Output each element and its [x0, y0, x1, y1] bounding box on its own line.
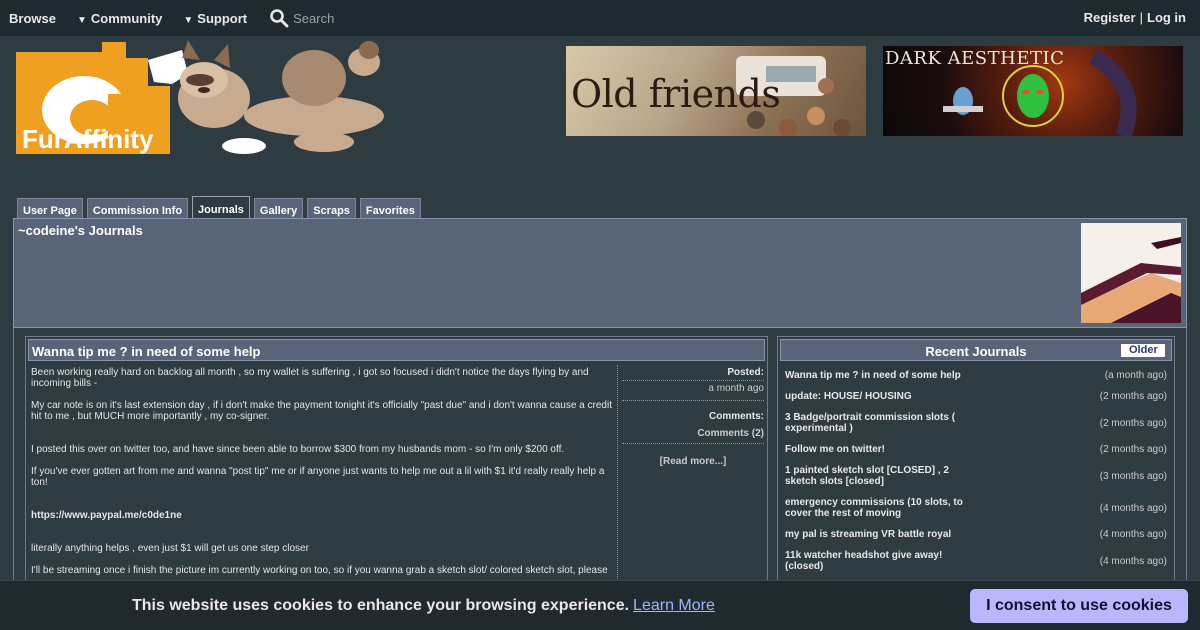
auth-separator: |	[1139, 10, 1143, 25]
journal-link[interactable]: 11k watcher headshot give away! (closed)	[785, 550, 970, 572]
meta-divider	[622, 443, 764, 444]
journal-paragraph: literally anything helps , even just $1 …	[31, 543, 309, 554]
journal-date: (2 months ago)	[1099, 444, 1167, 455]
furaffinity-logo-icon: FurAffinity	[16, 40, 384, 154]
paypal-link-text[interactable]: https://www.paypal.me/c0de1ne	[31, 510, 182, 521]
nav-community[interactable]: ▼ Community	[77, 11, 162, 26]
journal-link[interactable]: emergency commissions (10 slots, to cove…	[785, 497, 970, 519]
list-item: 1 painted sketch slot [CLOSED] , 2 sketc…	[785, 465, 1167, 487]
search-icon[interactable]	[269, 8, 289, 28]
list-item: 11k watcher headshot give away! (closed)…	[785, 550, 1167, 572]
journal-date: (4 months ago)	[1099, 555, 1167, 567]
page-title: ~codeine's Journals	[18, 223, 143, 238]
profile-tabs: User Page Commission Info Journals Galle…	[17, 196, 425, 220]
recent-journals-list: Wanna tip me ? in need of some help (a mo…	[785, 370, 1167, 582]
list-item: Follow me on twitter! (2 months ago)	[785, 444, 1167, 455]
tab-journals[interactable]: Journals	[192, 196, 250, 220]
comments-label: Comments:	[708, 411, 764, 422]
journal-link[interactable]: Wanna tip me ? in need of some help	[785, 370, 970, 381]
list-item: update: HOUSE/ HOUSING (2 months ago)	[785, 391, 1167, 402]
banner-ad-dark-aesthetic[interactable]: DARK AESTHETIC	[883, 46, 1183, 136]
journal-link[interactable]: update: HOUSE/ HOUSING	[785, 391, 970, 402]
recent-journals-title: Recent Journals	[925, 344, 1027, 359]
journal-date: (2 months ago)	[1099, 417, 1167, 429]
list-item: emergency commissions (10 slots, to cove…	[785, 497, 1167, 519]
dropdown-arrow-icon: ▼	[76, 14, 87, 26]
posted-date: a month ago	[622, 383, 764, 401]
logo-text: FurAffinity	[22, 124, 154, 154]
tab-gallery[interactable]: Gallery	[253, 198, 304, 220]
journal-meta: Posted: a month ago Comments: Comments (…	[622, 367, 764, 467]
user-header-panel: ~codeine's Journals	[13, 218, 1187, 328]
journal-date: (4 months ago)	[1099, 529, 1167, 540]
ad-title: Old friends	[571, 72, 781, 116]
journal-link[interactable]: 3 Badge/portrait commission slots ( expe…	[785, 412, 970, 434]
ad-title: DARK AESTHETIC	[885, 48, 1065, 69]
posted-label: Posted:	[622, 367, 764, 381]
site-logo[interactable]: FurAffinity	[14, 38, 424, 160]
nav-community-label: Community	[90, 10, 163, 26]
tab-scraps[interactable]: Scraps	[307, 198, 356, 220]
journal-paragraph: If you've ever gotten art from me and wa…	[31, 466, 605, 488]
nav-browse[interactable]: Browse	[9, 11, 56, 26]
nav-support-label: Support	[197, 10, 248, 26]
top-navigation-bar: Browse ▼Community ▼Support Register|Log …	[0, 0, 1200, 36]
search-box	[269, 8, 414, 28]
register-link[interactable]: Register	[1084, 10, 1136, 25]
tab-user-page[interactable]: User Page	[17, 198, 83, 220]
auth-links: Register | Log in	[1084, 10, 1186, 25]
avatar-image	[1081, 223, 1181, 323]
tab-favorites[interactable]: Favorites	[359, 198, 421, 220]
cookie-message-text: This website uses cookies to enhance you…	[132, 597, 630, 614]
journal-link[interactable]: Follow me on twitter!	[785, 444, 970, 455]
journal-date: (4 months ago)	[1099, 502, 1167, 514]
journal-date: (2 months ago)	[1099, 391, 1167, 402]
cookie-consent-bar: This website uses cookies to enhance you…	[0, 580, 1200, 630]
paypal-link[interactable]: https://www.paypal.me/c0de1ne	[31, 510, 616, 521]
cookie-message: This website uses cookies to enhance you…	[132, 597, 715, 615]
journal-date: (3 months ago)	[1099, 470, 1167, 482]
journal-paragraph: I posted this over on twitter too, and h…	[31, 444, 565, 455]
tab-commission-info[interactable]: Commission Info	[86, 198, 189, 220]
journal-body: Been working really hard on backlog all …	[31, 367, 616, 587]
consent-button[interactable]: I consent to use cookies	[970, 589, 1188, 623]
journal-title[interactable]: Wanna tip me ? in need of some help	[28, 339, 765, 361]
nav-support[interactable]: ▼ Support	[183, 11, 247, 26]
journal-link[interactable]: my pal is streaming VR battle royal	[785, 529, 970, 540]
journal-paragraph: My car note is on it's last extension da…	[31, 400, 612, 422]
journal-paragraph: I'll be streaming once i finish the pict…	[31, 565, 608, 576]
journal-link[interactable]: 1 painted sketch slot [CLOSED] , 2 sketc…	[785, 465, 970, 487]
search-input[interactable]	[293, 10, 414, 26]
older-button[interactable]: Older	[1121, 344, 1165, 357]
comments-count[interactable]: Comments (2)	[622, 428, 764, 439]
learn-more-link[interactable]: Learn More	[633, 597, 715, 614]
avatar[interactable]	[1081, 223, 1181, 323]
recent-journals-header: Recent Journals Older	[780, 339, 1172, 361]
login-link[interactable]: Log in	[1147, 10, 1186, 25]
list-item: 3 Badge/portrait commission slots ( expe…	[785, 412, 1167, 434]
dropdown-arrow-icon: ▼	[183, 14, 194, 26]
read-more-link[interactable]: [Read more...]	[622, 456, 764, 467]
list-item: my pal is streaming VR battle royal (4 mo…	[785, 529, 1167, 540]
journal-paragraph: Been working really hard on backlog all …	[31, 367, 589, 389]
journal-date: (a month ago)	[1104, 370, 1167, 381]
banner-ad-old-friends[interactable]: Old friends	[566, 46, 866, 136]
list-item: Wanna tip me ? in need of some help (a mo…	[785, 370, 1167, 381]
